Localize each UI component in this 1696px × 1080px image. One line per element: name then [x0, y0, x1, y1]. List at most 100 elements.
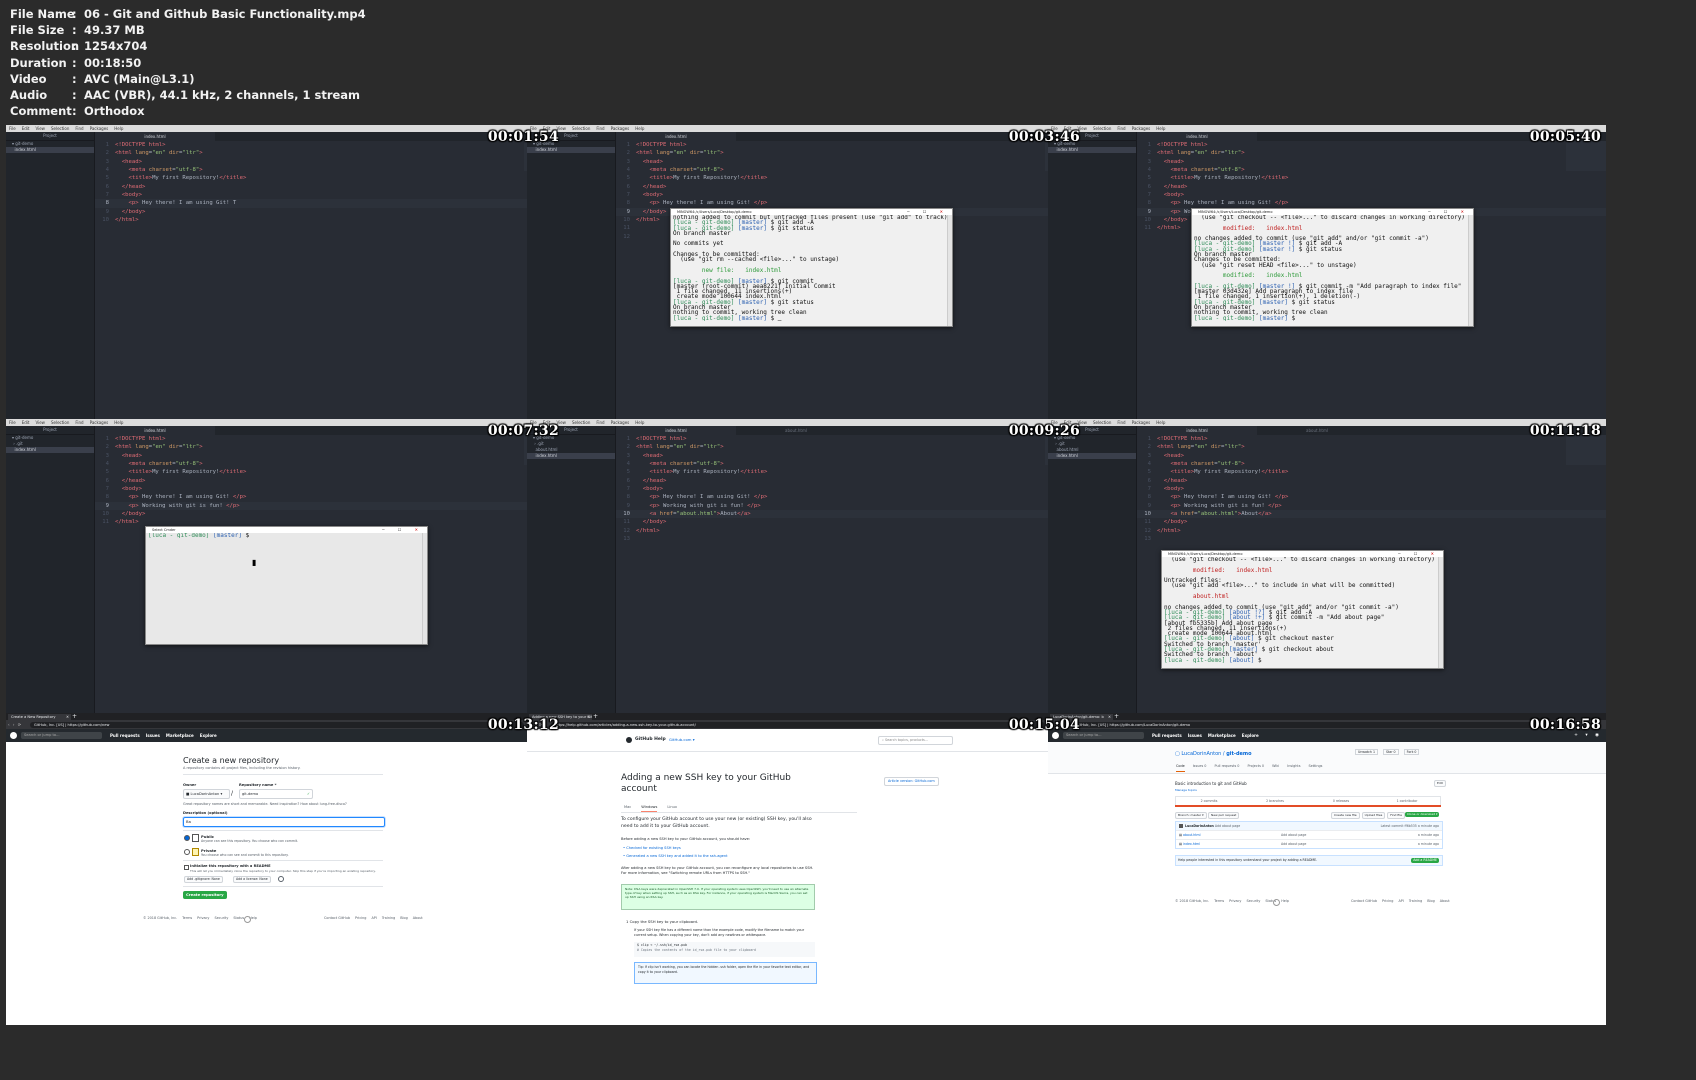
editor-tab[interactable]: index.html: [1137, 132, 1257, 141]
editor-tab[interactable]: about.html: [1257, 426, 1377, 435]
address-bar[interactable]: https://help.github.com/articles/adding-…: [551, 721, 1045, 728]
repo-tab[interactable]: Code: [1176, 764, 1185, 772]
terminal-output[interactable]: (use "git checkout -- <file>..." to disc…: [1192, 215, 1473, 321]
footer-link[interactable]: Security: [214, 916, 228, 920]
menu-item[interactable]: Selection: [572, 126, 590, 131]
github-logo-icon[interactable]: [1052, 732, 1059, 739]
os-tab[interactable]: Windows: [641, 805, 658, 812]
gh-nav-item[interactable]: Marketplace: [166, 733, 194, 738]
link-existing-keys[interactable]: • Checked for existing SSH keys: [623, 846, 681, 850]
footer-link[interactable]: Blog: [1427, 899, 1435, 903]
new-tab-button[interactable]: +: [593, 713, 598, 720]
license-select[interactable]: Add a license: None: [233, 876, 271, 883]
terminal-window[interactable]: MINGW64:/c/Users/Luca/Desktop/git-demo ─ …: [1161, 550, 1444, 669]
gh-nav-item[interactable]: Pull requests: [1152, 733, 1182, 738]
code-editor[interactable]: 1 <!DOCTYPE html> 2 <html lang="en" dir="lt…: [95, 141, 564, 429]
terminal-scrollbar[interactable]: [422, 533, 427, 644]
menu-item[interactable]: Help: [1156, 126, 1165, 131]
footer-link[interactable]: Training: [382, 916, 395, 920]
menu-item[interactable]: File: [9, 420, 16, 425]
menu-item[interactable]: Selection: [1093, 420, 1111, 425]
footer-link[interactable]: Privacy: [197, 916, 209, 920]
star-button[interactable]: Star 0: [1383, 749, 1399, 755]
new-tab-button[interactable]: +: [72, 713, 77, 720]
watch-button[interactable]: Unwatch 1: [1355, 749, 1378, 755]
menu-item[interactable]: Find: [75, 126, 83, 131]
code-editor[interactable]: 1 <!DOCTYPE html> 2 <html lang="en" dir="lt…: [616, 435, 1085, 723]
tree-file[interactable]: index.html: [1048, 147, 1136, 153]
tree-file[interactable]: index.html: [6, 147, 94, 153]
new-pull-request-button[interactable]: New pull request: [1208, 812, 1240, 819]
public-radio[interactable]: [184, 835, 190, 841]
footer-link[interactable]: Terms: [182, 916, 192, 920]
repo-tab[interactable]: Insights: [1287, 764, 1300, 768]
footer-link[interactable]: Status: [233, 916, 244, 920]
menu-item[interactable]: Packages: [90, 420, 109, 425]
file-row[interactable]: ▤ index.html Add about page a minute ago: [1176, 839, 1442, 848]
terminal-scrollbar[interactable]: [1438, 557, 1443, 668]
terminal-window[interactable]: Select Cmder ─ ☐ ✕ [luca - git-demo] [mas…: [145, 526, 428, 645]
terminal-window[interactable]: MINGW64:/c/Users/Luca/Desktop/git-demo ─ …: [670, 208, 953, 327]
footer-link[interactable]: About: [413, 916, 423, 920]
menu-item[interactable]: Find: [596, 126, 604, 131]
gh-nav-item[interactable]: Issues: [1188, 733, 1202, 738]
footer-link[interactable]: Blog: [400, 916, 408, 920]
latest-commit[interactable]: Latest commit ff6b535 a minute ago: [1381, 822, 1439, 830]
owner-select[interactable]: ■ LucaDorinAnton ▾: [183, 789, 230, 799]
terminal-output[interactable]: [luca - git-demo] [master] $: [146, 533, 427, 538]
address-bar[interactable]: GitHub, Inc. [US] | https://github.com/L…: [1072, 721, 1566, 728]
link-generate-key[interactable]: • Generated a new SSH key and added it t…: [623, 854, 728, 858]
terminal-output[interactable]: (use "git checkout -- <file>..." to disc…: [1162, 557, 1443, 663]
clone-download-button[interactable]: Clone or download ▾: [1405, 812, 1440, 817]
address-bar[interactable]: GitHub, Inc. [US] | https://github.com/n…: [30, 721, 524, 728]
terminal-output[interactable]: nothing added to commit but untracked fi…: [671, 215, 952, 321]
menu-item[interactable]: File: [9, 126, 16, 131]
repo-action-button[interactable]: Upload files: [1361, 812, 1386, 819]
repo-stat[interactable]: 2 commits: [1176, 797, 1242, 805]
nav-buttons[interactable]: ‹ › ⟳: [8, 721, 22, 728]
private-radio[interactable]: [184, 849, 190, 855]
gh-nav-item[interactable]: Marketplace: [1208, 733, 1236, 738]
menu-item[interactable]: Help: [114, 420, 123, 425]
repo-title[interactable]: ▢ LucaDorinAnton / git-demo: [1175, 751, 1252, 757]
menu-item[interactable]: Help: [635, 126, 644, 131]
tree-file[interactable]: index.html: [1048, 453, 1136, 459]
menu-item[interactable]: View: [35, 126, 45, 131]
menu-item[interactable]: Edit: [22, 126, 30, 131]
menu-item[interactable]: Packages: [611, 126, 630, 131]
footer-link[interactable]: About: [1440, 899, 1450, 903]
menu-item[interactable]: Packages: [611, 420, 630, 425]
terminal-scrollbar[interactable]: [1468, 215, 1473, 326]
menu-item[interactable]: Find: [1117, 126, 1125, 131]
repo-action-button[interactable]: Create new file: [1331, 812, 1360, 819]
footer-link[interactable]: © 2018 GitHub, Inc.: [143, 916, 177, 920]
menu-item[interactable]: Help: [635, 420, 644, 425]
menu-item[interactable]: Help: [114, 126, 123, 131]
menu-item[interactable]: Selection: [51, 126, 69, 131]
menu-item[interactable]: Packages: [90, 126, 109, 131]
code-block[interactable]: $ clip < ~/.ssh/id_rsa.pub # Copies the c…: [634, 942, 815, 957]
fork-button[interactable]: Fork 0: [1403, 749, 1420, 755]
menu-item[interactable]: Edit: [22, 420, 30, 425]
editor-tab[interactable]: index.html: [1137, 426, 1257, 435]
github-logo-icon[interactable]: [10, 732, 17, 739]
menu-item[interactable]: Selection: [572, 420, 590, 425]
window-controls[interactable]: ─ ☐ ✕: [907, 209, 949, 215]
menu-item[interactable]: Packages: [1132, 420, 1151, 425]
editor-tab[interactable]: index.html: [616, 132, 736, 141]
footer-link[interactable]: Contact GitHub: [324, 916, 350, 920]
window-controls[interactable]: ─ ☐ ✕: [382, 527, 424, 533]
create-repository-button[interactable]: Create repository: [183, 891, 227, 899]
footer-link[interactable]: Help: [1281, 899, 1289, 903]
gitignore-select[interactable]: Add .gitignore: None: [184, 876, 223, 883]
repo-stat[interactable]: 2 branches: [1242, 797, 1308, 805]
edit-button[interactable]: Edit: [1434, 780, 1446, 787]
help-search-input[interactable]: ⌕ Search topics, products...: [878, 736, 953, 745]
menu-item[interactable]: Find: [596, 420, 604, 425]
file-name[interactable]: about.html: [1183, 833, 1200, 837]
menu-item[interactable]: Help: [1156, 420, 1165, 425]
branch-select[interactable]: Branch: master ▾: [1175, 812, 1207, 819]
window-controls[interactable]: ─ ☐ ✕: [1428, 209, 1470, 215]
os-tab[interactable]: Linux: [667, 805, 677, 809]
article-version-select[interactable]: Article version: GitHub.com: [884, 777, 939, 786]
